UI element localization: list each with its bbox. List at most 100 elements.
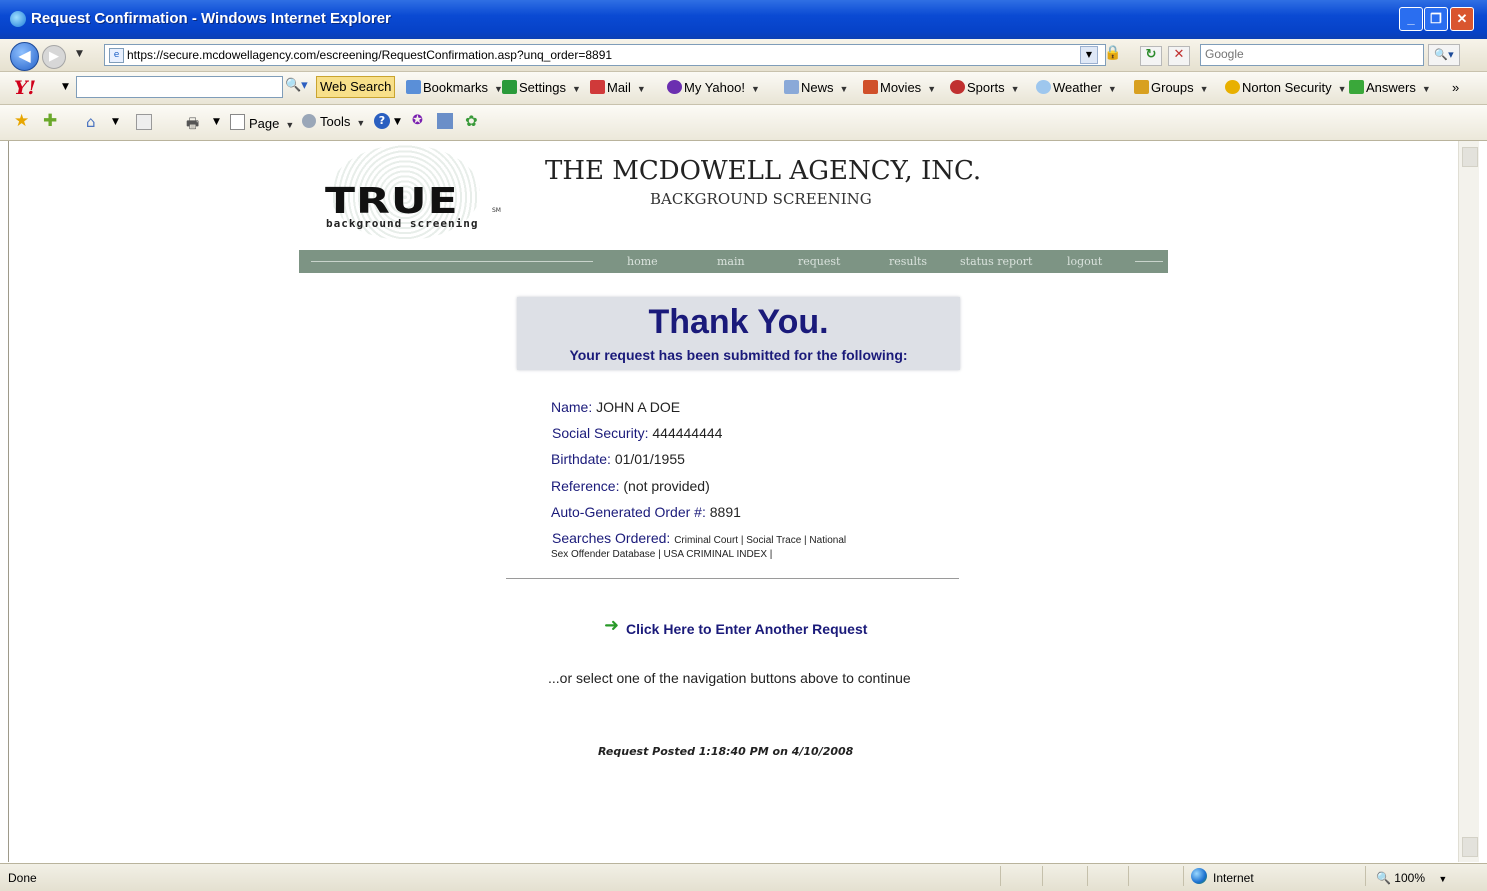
address-dropdown-icon[interactable]: ▼ bbox=[1080, 46, 1098, 64]
page-menu[interactable]: Page ▼ bbox=[230, 114, 294, 131]
answers-label: Answers bbox=[1366, 80, 1416, 95]
close-button[interactable]: ✕ bbox=[1450, 7, 1474, 31]
movies-menu[interactable]: Movies ▼ bbox=[863, 80, 936, 95]
scroll-up-button[interactable] bbox=[1462, 147, 1478, 167]
news-menu[interactable]: News ▼ bbox=[784, 80, 848, 95]
search-input[interactable] bbox=[1201, 45, 1419, 63]
lock-icon[interactable]: 🔒 bbox=[1103, 45, 1123, 63]
ssn-row: Social Security: 444444444 bbox=[552, 425, 722, 441]
print-icon[interactable]: 🖶 bbox=[186, 113, 199, 137]
help-dropdown-icon[interactable]: ▼ bbox=[394, 117, 401, 127]
weather-menu[interactable]: Weather ▼ bbox=[1036, 80, 1117, 95]
back-button[interactable]: ◀ bbox=[10, 42, 39, 71]
refresh-button[interactable]: ↻ bbox=[1140, 46, 1162, 66]
order-row: Auto-Generated Order #: 8891 bbox=[551, 504, 741, 520]
news-label: News bbox=[801, 80, 834, 95]
yahoo-logo[interactable]: Y! bbox=[14, 77, 36, 99]
mail-label: Mail bbox=[607, 80, 631, 95]
nav-request[interactable]: request bbox=[798, 255, 840, 268]
home-icon[interactable]: ⌂ bbox=[86, 113, 96, 131]
norton-label: Norton Security bbox=[1242, 80, 1332, 95]
movies-label: Movies bbox=[880, 80, 922, 95]
web-search-button[interactable]: Web Search bbox=[316, 76, 396, 98]
bookmarks-menu[interactable]: Bookmarks ▼ bbox=[406, 80, 503, 95]
zoom-level[interactable]: 🔍 100% ▼ bbox=[1376, 871, 1447, 885]
birthdate-row: Birthdate: 01/01/1955 bbox=[551, 451, 685, 467]
vertical-scrollbar[interactable] bbox=[1458, 141, 1479, 862]
home-dropdown-icon[interactable]: ▼ bbox=[112, 117, 119, 127]
green-arrow-icon[interactable]: ➜ bbox=[604, 616, 622, 636]
enter-another-request-link[interactable]: Click Here to Enter Another Request bbox=[626, 621, 867, 637]
search-button[interactable]: 🔍▾ bbox=[1428, 44, 1460, 66]
address-bar[interactable]: e https://secure.mcdowellagency.com/escr… bbox=[104, 44, 1106, 66]
scroll-down-button[interactable] bbox=[1462, 837, 1478, 857]
minimize-button[interactable]: _ bbox=[1399, 7, 1423, 31]
searches-row: Searches Ordered: Criminal Court | Socia… bbox=[552, 530, 846, 546]
forward-button[interactable]: ▶ bbox=[42, 45, 66, 69]
settings-icon bbox=[502, 80, 517, 94]
stop-button[interactable]: ✕ bbox=[1168, 46, 1190, 66]
agency-subtitle: BACKGROUND SCREENING bbox=[650, 190, 872, 208]
nav-home[interactable]: home bbox=[627, 255, 658, 268]
norton-icon bbox=[1225, 80, 1240, 94]
address-url[interactable]: https://secure.mcdowellagency.com/escree… bbox=[127, 48, 612, 62]
status-divider bbox=[1365, 866, 1366, 886]
thank-you-heading: Thank You. bbox=[648, 303, 829, 341]
internet-zone-icon bbox=[1191, 868, 1207, 884]
maximize-button[interactable]: ❐ bbox=[1424, 7, 1448, 31]
birthdate-label: Birthdate: bbox=[551, 451, 611, 467]
request-posted-timestamp: Request Posted 1:18:40 PM on 4/10/2008 bbox=[598, 745, 854, 758]
help-icon[interactable]: ? bbox=[374, 113, 390, 129]
answers-menu[interactable]: Answers ▼ bbox=[1349, 80, 1431, 95]
status-divider bbox=[1087, 866, 1088, 886]
nav-logout[interactable]: logout bbox=[1067, 255, 1102, 268]
site-nav-bar: home main request results status report … bbox=[299, 250, 1168, 273]
norton-menu[interactable]: Norton Security ▼ bbox=[1225, 80, 1347, 95]
search-box[interactable] bbox=[1200, 44, 1424, 66]
agency-name: THE MCDOWELL AGENCY, INC. bbox=[545, 156, 982, 186]
bookmarks-label: Bookmarks bbox=[423, 80, 489, 95]
order-label: Auto-Generated Order #: bbox=[551, 504, 706, 520]
magnifier-icon[interactable]: 🔍▾ bbox=[285, 78, 308, 93]
ssn-value: 444444444 bbox=[652, 425, 723, 441]
status-bar bbox=[0, 863, 1487, 891]
messenger-icon[interactable]: ✿ bbox=[465, 112, 478, 130]
reference-value: (not provided) bbox=[623, 478, 710, 494]
order-value: 8891 bbox=[709, 504, 741, 520]
thank-you-panel: Thank You. Your request has been submitt… bbox=[517, 297, 960, 370]
yahoo-search-box[interactable] bbox=[76, 76, 283, 98]
mail-menu[interactable]: Mail ▼ bbox=[590, 80, 646, 95]
tools-menu-label: Tools bbox=[320, 114, 351, 129]
status-text: Done bbox=[8, 871, 37, 885]
zoom-dropdown-icon[interactable]: ▼ bbox=[1438, 874, 1447, 884]
history-dropdown-icon[interactable]: ▼ bbox=[76, 49, 83, 59]
movies-icon bbox=[863, 80, 878, 94]
settings-menu[interactable]: Settings ▼ bbox=[502, 80, 581, 95]
nav-results[interactable]: results bbox=[889, 255, 927, 268]
myyahoo-menu[interactable]: My Yahoo! ▼ bbox=[667, 80, 760, 95]
groups-label: Groups bbox=[1151, 80, 1194, 95]
toolbar-overflow-button[interactable]: » bbox=[1452, 80, 1459, 95]
weather-label: Weather bbox=[1053, 80, 1102, 95]
sports-menu[interactable]: Sports ▼ bbox=[950, 80, 1020, 95]
research-icon[interactable] bbox=[437, 113, 453, 129]
tools-menu[interactable]: Tools ▼ bbox=[302, 114, 365, 129]
nav-main[interactable]: main bbox=[717, 255, 745, 268]
mail-icon bbox=[590, 80, 605, 94]
yahoo-menu-dropdown-icon[interactable]: ▼ bbox=[62, 82, 69, 92]
print-dropdown-icon[interactable]: ▼ bbox=[213, 117, 220, 127]
title-bar[interactable]: Request Confirmation - Windows Internet … bbox=[0, 0, 1487, 39]
divider bbox=[506, 578, 959, 579]
add-favorites-icon[interactable]: ✚ bbox=[43, 111, 57, 131]
ssn-label: Social Security: bbox=[552, 425, 649, 441]
page-icon: e bbox=[109, 48, 124, 63]
name-value: JOHN A DOE bbox=[596, 399, 681, 415]
feeds-icon[interactable] bbox=[136, 114, 152, 130]
yahoo-messenger-icon[interactable]: ✪ bbox=[412, 113, 423, 128]
groups-menu[interactable]: Groups ▼ bbox=[1134, 80, 1209, 95]
yahoo-search-input[interactable] bbox=[77, 77, 281, 95]
nav-status-report[interactable]: status report bbox=[960, 255, 1032, 268]
favorites-star-icon[interactable]: ★ bbox=[14, 111, 29, 131]
status-divider bbox=[1128, 866, 1129, 886]
zoom-icon: 🔍 bbox=[1376, 871, 1391, 885]
